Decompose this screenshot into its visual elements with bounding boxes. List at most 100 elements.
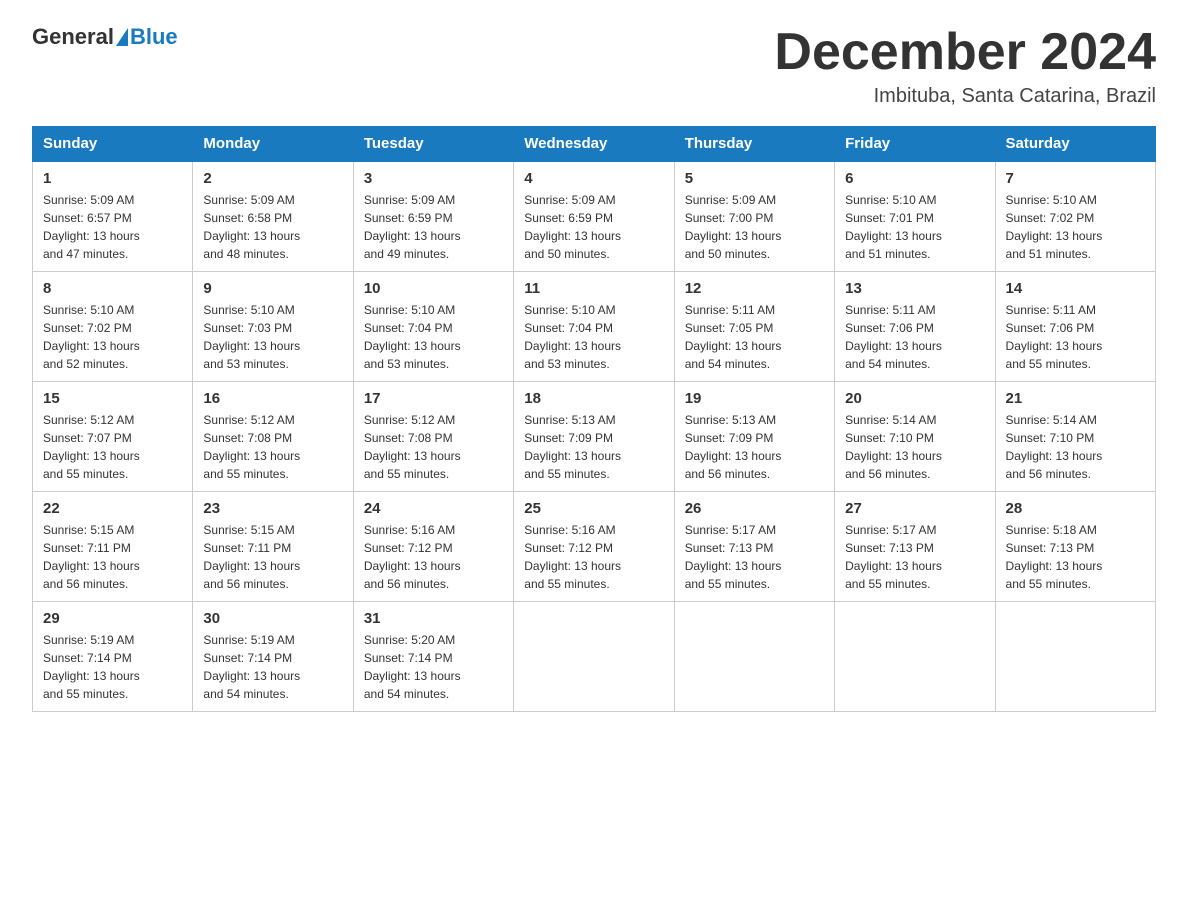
calendar-cell [514,602,674,712]
day-number: 3 [364,170,503,187]
calendar-cell: 21 Sunrise: 5:14 AMSunset: 7:10 PMDayligh… [995,382,1155,492]
day-info: Sunrise: 5:09 AMSunset: 6:59 PMDaylight:… [364,191,503,263]
calendar-cell: 29 Sunrise: 5:19 AMSunset: 7:14 PMDayligh… [33,602,193,712]
day-number: 5 [685,170,824,187]
calendar-week-1: 1Sunrise: 5:09 AMSunset: 6:57 PMDaylight… [33,161,1156,272]
calendar-cell: 6 Sunrise: 5:10 AMSunset: 7:01 PMDaylight… [835,161,995,272]
day-number: 28 [1006,500,1145,517]
calendar-cell: 18Sunrise: 5:13 AMSunset: 7:09 PMDayligh… [514,382,674,492]
day-info: Sunrise: 5:13 AMSunset: 7:09 PMDaylight:… [685,411,824,483]
day-info: Sunrise: 5:09 AMSunset: 6:58 PMDaylight:… [203,191,342,263]
calendar-cell: 27 Sunrise: 5:17 AMSunset: 7:13 PMDayligh… [835,492,995,602]
day-info: Sunrise: 5:10 AMSunset: 7:03 PMDaylight:… [203,301,342,373]
calendar-cell: 30 Sunrise: 5:19 AMSunset: 7:14 PMDayligh… [193,602,353,712]
calendar-week-3: 15 Sunrise: 5:12 AMSunset: 7:07 PMDayligh… [33,382,1156,492]
calendar-cell: 25 Sunrise: 5:16 AMSunset: 7:12 PMDayligh… [514,492,674,602]
calendar-week-4: 22 Sunrise: 5:15 AMSunset: 7:11 PMDayligh… [33,492,1156,602]
calendar-cell: 5 Sunrise: 5:09 AMSunset: 7:00 PMDaylight… [674,161,834,272]
calendar-week-5: 29 Sunrise: 5:19 AMSunset: 7:14 PMDayligh… [33,602,1156,712]
calendar-cell: 22 Sunrise: 5:15 AMSunset: 7:11 PMDayligh… [33,492,193,602]
calendar-cell: 9Sunrise: 5:10 AMSunset: 7:03 PMDaylight… [193,272,353,382]
calendar-cell: 31 Sunrise: 5:20 AMSunset: 7:14 PMDayligh… [353,602,513,712]
calendar-cell: 4 Sunrise: 5:09 AMSunset: 6:59 PMDaylight… [514,161,674,272]
day-number: 10 [364,280,503,297]
logo-general-text: General [32,24,114,50]
day-info: Sunrise: 5:14 AMSunset: 7:10 PMDaylight:… [845,411,984,483]
calendar-cell [995,602,1155,712]
calendar-cell [835,602,995,712]
day-info: Sunrise: 5:12 AMSunset: 7:07 PMDaylight:… [43,411,182,483]
day-number: 21 [1006,390,1145,407]
logo-blue-text: Blue [130,24,178,50]
day-info: Sunrise: 5:19 AMSunset: 7:14 PMDaylight:… [43,631,182,703]
day-info: Sunrise: 5:20 AMSunset: 7:14 PMDaylight:… [364,631,503,703]
calendar-week-2: 8Sunrise: 5:10 AMSunset: 7:02 PMDaylight… [33,272,1156,382]
column-header-tuesday: Tuesday [353,127,513,162]
calendar-cell: 16Sunrise: 5:12 AMSunset: 7:08 PMDayligh… [193,382,353,492]
calendar-cell: 24 Sunrise: 5:16 AMSunset: 7:12 PMDayligh… [353,492,513,602]
day-number: 20 [845,390,984,407]
day-number: 26 [685,500,824,517]
page-header: General Blue December 2024 Imbituba, San… [32,24,1156,108]
calendar-cell: 17 Sunrise: 5:12 AMSunset: 7:08 PMDayligh… [353,382,513,492]
day-number: 25 [524,500,663,517]
day-info: Sunrise: 5:09 AMSunset: 6:59 PMDaylight:… [524,191,663,263]
calendar-cell: 1Sunrise: 5:09 AMSunset: 6:57 PMDaylight… [33,161,193,272]
calendar-cell: 2 Sunrise: 5:09 AMSunset: 6:58 PMDaylight… [193,161,353,272]
day-number: 12 [685,280,824,297]
day-number: 27 [845,500,984,517]
calendar-cell: 8Sunrise: 5:10 AMSunset: 7:02 PMDaylight… [33,272,193,382]
calendar-cell: 12Sunrise: 5:11 AMSunset: 7:05 PMDayligh… [674,272,834,382]
calendar-cell: 26Sunrise: 5:17 AMSunset: 7:13 PMDayligh… [674,492,834,602]
day-info: Sunrise: 5:12 AMSunset: 7:08 PMDaylight:… [364,411,503,483]
day-number: 30 [203,610,342,627]
day-number: 7 [1006,170,1145,187]
day-number: 29 [43,610,182,627]
day-number: 17 [364,390,503,407]
day-number: 6 [845,170,984,187]
column-header-sunday: Sunday [33,127,193,162]
day-info: Sunrise: 5:10 AMSunset: 7:01 PMDaylight:… [845,191,984,263]
calendar-cell: 20 Sunrise: 5:14 AMSunset: 7:10 PMDayligh… [835,382,995,492]
day-info: Sunrise: 5:19 AMSunset: 7:14 PMDaylight:… [203,631,342,703]
day-number: 15 [43,390,182,407]
column-header-wednesday: Wednesday [514,127,674,162]
day-info: Sunrise: 5:15 AMSunset: 7:11 PMDaylight:… [43,521,182,593]
day-number: 14 [1006,280,1145,297]
day-info: Sunrise: 5:16 AMSunset: 7:12 PMDaylight:… [524,521,663,593]
day-info: Sunrise: 5:16 AMSunset: 7:12 PMDaylight:… [364,521,503,593]
day-number: 11 [524,280,663,297]
calendar-header-row: SundayMondayTuesdayWednesdayThursdayFrid… [33,127,1156,162]
column-header-monday: Monday [193,127,353,162]
calendar-cell: 19 Sunrise: 5:13 AMSunset: 7:09 PMDayligh… [674,382,834,492]
day-number: 13 [845,280,984,297]
day-number: 24 [364,500,503,517]
logo-triangle-icon [116,28,128,46]
column-header-saturday: Saturday [995,127,1155,162]
day-info: Sunrise: 5:09 AMSunset: 7:00 PMDaylight:… [685,191,824,263]
column-header-thursday: Thursday [674,127,834,162]
day-number: 22 [43,500,182,517]
day-number: 18 [524,390,663,407]
day-info: Sunrise: 5:12 AMSunset: 7:08 PMDaylight:… [203,411,342,483]
month-title: December 2024 [774,24,1156,81]
calendar-cell: 28 Sunrise: 5:18 AMSunset: 7:13 PMDayligh… [995,492,1155,602]
day-number: 19 [685,390,824,407]
calendar-cell: 7Sunrise: 5:10 AMSunset: 7:02 PMDaylight… [995,161,1155,272]
day-number: 1 [43,170,182,187]
day-info: Sunrise: 5:18 AMSunset: 7:13 PMDaylight:… [1006,521,1145,593]
day-info: Sunrise: 5:17 AMSunset: 7:13 PMDaylight:… [845,521,984,593]
calendar-table: SundayMondayTuesdayWednesdayThursdayFrid… [32,126,1156,712]
day-number: 4 [524,170,663,187]
calendar-cell: 13 Sunrise: 5:11 AMSunset: 7:06 PMDayligh… [835,272,995,382]
day-info: Sunrise: 5:14 AMSunset: 7:10 PMDaylight:… [1006,411,1145,483]
calendar-cell: 11Sunrise: 5:10 AMSunset: 7:04 PMDayligh… [514,272,674,382]
title-area: December 2024 Imbituba, Santa Catarina, … [774,24,1156,108]
day-info: Sunrise: 5:11 AMSunset: 7:06 PMDaylight:… [845,301,984,373]
day-number: 31 [364,610,503,627]
day-number: 2 [203,170,342,187]
calendar-cell: 23Sunrise: 5:15 AMSunset: 7:11 PMDayligh… [193,492,353,602]
calendar-cell: 14Sunrise: 5:11 AMSunset: 7:06 PMDayligh… [995,272,1155,382]
day-info: Sunrise: 5:15 AMSunset: 7:11 PMDaylight:… [203,521,342,593]
day-info: Sunrise: 5:10 AMSunset: 7:04 PMDaylight:… [364,301,503,373]
